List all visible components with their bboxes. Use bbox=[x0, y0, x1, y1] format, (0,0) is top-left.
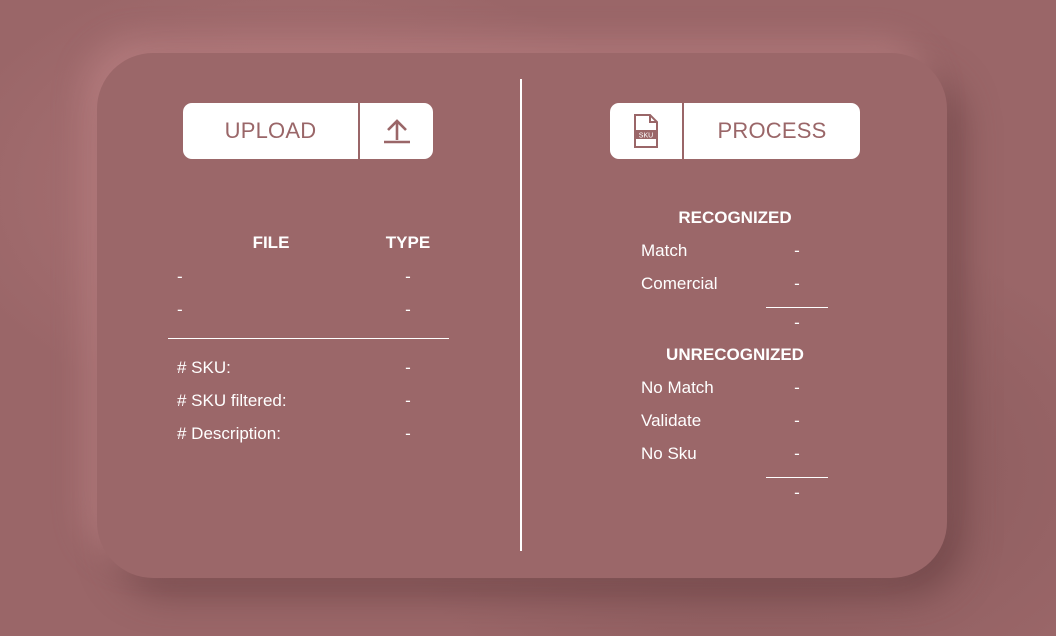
no-match-value: - bbox=[794, 378, 800, 397]
sku-count-value: - bbox=[405, 358, 411, 377]
file-row-2-type: - bbox=[405, 300, 411, 319]
process-button-label: PROCESS bbox=[717, 118, 827, 143]
file-column-header: FILE bbox=[252, 233, 290, 252]
table-separator bbox=[168, 338, 449, 339]
recognized-total: - bbox=[794, 313, 800, 332]
file-row-1-type: - bbox=[405, 267, 411, 286]
no-sku-value: - bbox=[794, 444, 800, 463]
file-row-2-file: - bbox=[177, 300, 183, 319]
recognized-title: RECOGNIZED bbox=[678, 208, 792, 227]
main-card: UPLOAD SKU PROCESS FILE TYPE - - - - # S… bbox=[97, 53, 947, 578]
validate-value: - bbox=[794, 411, 800, 430]
match-value: - bbox=[794, 241, 800, 260]
comercial-value: - bbox=[794, 274, 800, 293]
sku-count-label: # SKU: bbox=[177, 358, 231, 377]
sku-file-icon[interactable]: SKU bbox=[610, 103, 684, 159]
unrecognized-title: UNRECOGNIZED bbox=[666, 345, 804, 364]
sku-filtered-label: # SKU filtered: bbox=[177, 391, 287, 410]
sku-icon-text: SKU bbox=[639, 133, 653, 140]
no-sku-label: No Sku bbox=[641, 444, 697, 463]
match-label: Match bbox=[641, 241, 688, 260]
upload-icon[interactable] bbox=[360, 103, 433, 159]
upload-button[interactable]: UPLOAD bbox=[183, 103, 433, 159]
process-button[interactable]: SKU PROCESS bbox=[610, 103, 860, 159]
type-column-header: TYPE bbox=[385, 233, 431, 252]
description-count-label: # Description: bbox=[177, 424, 281, 443]
validate-label: Validate bbox=[641, 411, 702, 430]
unrecognized-sum-line bbox=[766, 477, 828, 478]
unrecognized-total: - bbox=[794, 483, 800, 502]
comercial-label: Comercial bbox=[641, 274, 718, 293]
description-count-value: - bbox=[405, 424, 411, 443]
upload-button-label: UPLOAD bbox=[183, 103, 360, 159]
recognized-sum-line bbox=[766, 307, 828, 308]
file-row-1-file: - bbox=[177, 267, 183, 286]
sku-filtered-value: - bbox=[405, 391, 411, 410]
vertical-divider bbox=[520, 79, 522, 551]
no-match-label: No Match bbox=[641, 378, 714, 397]
